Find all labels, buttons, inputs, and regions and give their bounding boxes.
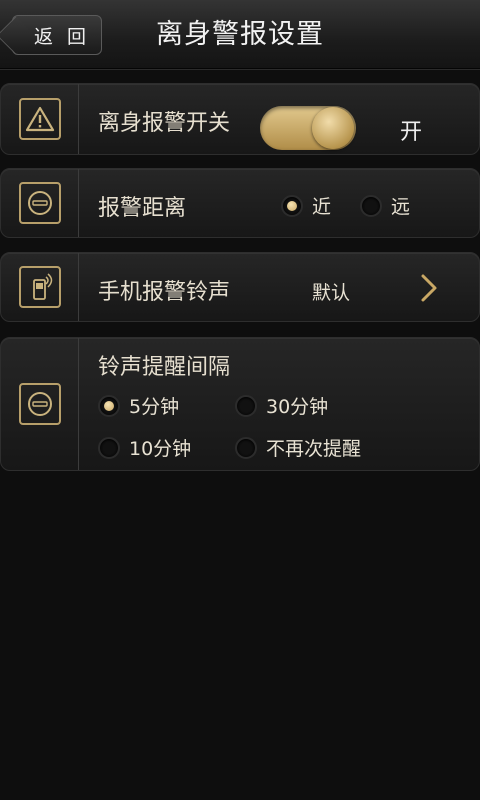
ring-interval-icon-cell (1, 338, 79, 470)
ringtone-value: 默认 (312, 282, 351, 304)
alarm-switch-toggle[interactable] (260, 106, 356, 150)
device-tag-icon (18, 182, 61, 224)
distance-far-radio[interactable]: 远 (360, 192, 410, 219)
alarm-switch-icon-cell (1, 84, 79, 154)
ringtone-row[interactable]: 手机报警铃声 默认 (0, 252, 480, 322)
radio-unchecked-indicator (98, 436, 120, 459)
radio-unchecked-indicator (235, 394, 257, 417)
alarm-distance-row: 报警距离 近 远 (0, 168, 480, 238)
ring-interval-row: 铃声提醒间隔 5分钟 30分钟 10分钟 不再次提醒 (0, 337, 480, 471)
alarm-distance-icon-cell (1, 169, 79, 237)
chevron-right-icon[interactable] (419, 273, 439, 303)
alarm-switch-state: 开 (400, 120, 423, 145)
interval-30min-radio[interactable]: 30分钟 (235, 392, 328, 419)
alarm-switch-row: 离身报警开关 开 (0, 83, 480, 155)
interval-10min-radio[interactable]: 10分钟 (98, 434, 191, 461)
alarm-distance-label: 报警距离 (98, 196, 187, 221)
ring-interval-label: 铃声提醒间隔 (98, 355, 231, 380)
device-tag-icon (18, 383, 61, 425)
page-title: 离身警报设置 (156, 19, 324, 50)
interval-5min-label: 5分钟 (129, 396, 180, 418)
radio-unchecked-indicator (360, 194, 382, 217)
interval-no-repeat-radio[interactable]: 不再次提醒 (235, 434, 361, 461)
radio-unchecked-indicator (235, 436, 257, 459)
interval-no-repeat-label: 不再次提醒 (266, 438, 362, 460)
interval-10min-label: 10分钟 (129, 438, 192, 460)
distance-near-radio[interactable]: 近 (281, 192, 331, 219)
ringtone-label: 手机报警铃声 (98, 280, 231, 305)
warning-icon (18, 98, 61, 140)
top-bar: 返 回 离身警报设置 (0, 0, 480, 69)
ringtone-icon-cell (1, 253, 79, 321)
toggle-knob (312, 107, 354, 149)
distance-far-label: 远 (391, 196, 411, 218)
phone-ringing-icon (18, 266, 61, 308)
distance-near-label: 近 (312, 196, 332, 218)
alarm-switch-label: 离身报警开关 (98, 111, 231, 136)
interval-30min-label: 30分钟 (266, 396, 329, 418)
radio-checked-indicator (281, 194, 303, 217)
interval-5min-radio[interactable]: 5分钟 (98, 392, 179, 419)
radio-checked-indicator (98, 394, 120, 417)
